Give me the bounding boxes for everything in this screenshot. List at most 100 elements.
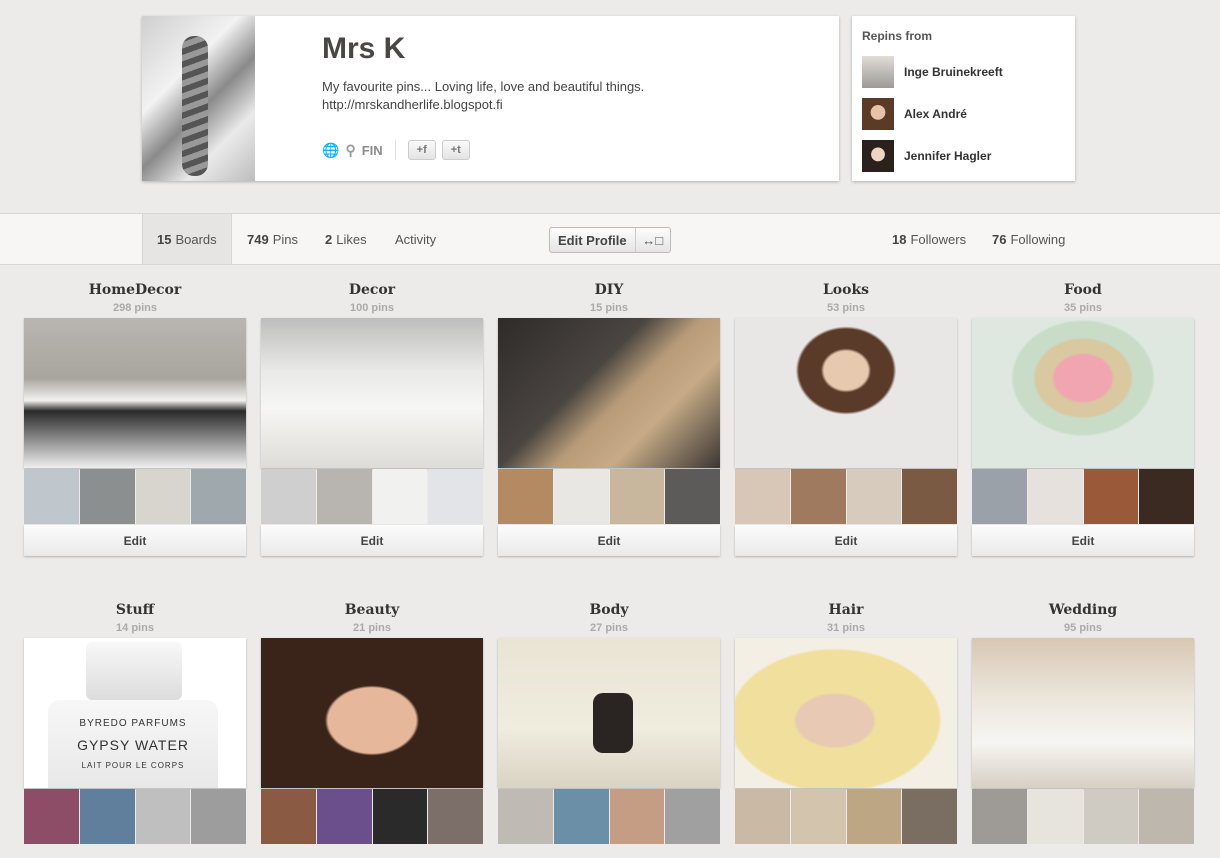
board-thumbnail[interactable] bbox=[846, 469, 902, 524]
board-thumbnail[interactable] bbox=[735, 469, 790, 524]
board-title[interactable]: Wedding bbox=[972, 602, 1194, 618]
board-thumbnail[interactable] bbox=[498, 469, 553, 524]
avatar[interactable] bbox=[862, 56, 894, 88]
avatar[interactable] bbox=[862, 98, 894, 130]
profile-photo-braid bbox=[182, 36, 208, 176]
board-title[interactable]: Hair bbox=[735, 602, 957, 618]
board-thumbnail[interactable] bbox=[553, 469, 609, 524]
board-thumbnail[interactable] bbox=[24, 469, 79, 524]
twitter-share-button[interactable]: +t bbox=[441, 140, 470, 160]
tab-activity[interactable]: Activity bbox=[395, 214, 436, 264]
board-cover-image[interactable] bbox=[498, 638, 720, 788]
board-thumbnail[interactable] bbox=[316, 789, 372, 844]
board-thumbnail[interactable] bbox=[191, 469, 246, 524]
profile-website-link[interactable]: http://mrskandherlife.blogspot.fi bbox=[322, 96, 644, 114]
repin-user[interactable]: Jennifer Hagler bbox=[862, 140, 991, 172]
board-thumbnail[interactable] bbox=[902, 789, 957, 844]
rearrange-boards-icon[interactable]: ↔□ bbox=[636, 228, 670, 252]
tab-followers[interactable]: 18 Followers bbox=[892, 214, 966, 264]
board-thumbnail[interactable] bbox=[665, 789, 720, 844]
board-thumbnail[interactable] bbox=[135, 469, 191, 524]
board-card[interactable]: Decor 100 pins Edit bbox=[261, 282, 483, 556]
repin-user-name[interactable]: Inge Bruinekreeft bbox=[904, 65, 1003, 79]
board-title[interactable]: Beauty bbox=[261, 602, 483, 618]
board-cover-image[interactable] bbox=[972, 318, 1194, 468]
board-thumbnail[interactable] bbox=[735, 789, 790, 844]
board-thumbnail[interactable] bbox=[665, 469, 720, 524]
board-cover-image[interactable] bbox=[261, 638, 483, 788]
board-thumbnail[interactable] bbox=[1083, 789, 1139, 844]
board-thumbnail[interactable] bbox=[428, 469, 483, 524]
board-title[interactable]: Stuff bbox=[24, 602, 246, 618]
board-thumbnail[interactable] bbox=[24, 789, 79, 844]
board-thumbnail[interactable] bbox=[372, 789, 428, 844]
repin-user-name[interactable]: Jennifer Hagler bbox=[904, 149, 991, 163]
profile-meta: 🌐 ⚲ FIN +f +t bbox=[322, 140, 470, 160]
board-thumbnail[interactable] bbox=[1083, 469, 1139, 524]
board-thumbnail[interactable] bbox=[972, 469, 1027, 524]
board-cover-image[interactable] bbox=[261, 318, 483, 468]
board-thumbnail[interactable] bbox=[191, 789, 246, 844]
repin-user[interactable]: Inge Bruinekreeft bbox=[862, 56, 1003, 88]
board-card[interactable]: DIY 15 pins Edit bbox=[498, 282, 720, 556]
perfume-cap bbox=[86, 642, 182, 700]
board-thumbnail[interactable] bbox=[972, 789, 1027, 844]
avatar[interactable] bbox=[862, 140, 894, 172]
board-title[interactable]: HomeDecor bbox=[24, 282, 246, 298]
board-cover-image[interactable]: BYREDO PARFUMS GYPSY WATER LAIT POUR LE … bbox=[24, 638, 246, 788]
repin-user[interactable]: Alex André bbox=[862, 98, 967, 130]
board-thumbnail[interactable] bbox=[1139, 469, 1194, 524]
board-thumbnail[interactable] bbox=[498, 789, 553, 844]
board-card[interactable]: HomeDecor 298 pins Edit bbox=[24, 282, 246, 556]
board-thumbnail[interactable] bbox=[1027, 469, 1083, 524]
facebook-share-button[interactable]: +f bbox=[407, 140, 436, 160]
board-title[interactable]: Looks bbox=[735, 282, 957, 298]
board-card[interactable]: Stuff 14 pins BYREDO PARFUMS GYPSY WATER… bbox=[24, 602, 246, 844]
board-title[interactable]: Food bbox=[972, 282, 1194, 298]
board-thumbnail[interactable] bbox=[428, 789, 483, 844]
board-thumbnail[interactable] bbox=[790, 469, 846, 524]
board-cover-image[interactable] bbox=[498, 318, 720, 468]
board-card[interactable]: Wedding 95 pins bbox=[972, 602, 1194, 844]
edit-profile-button[interactable]: Edit Profile bbox=[550, 228, 636, 252]
tab-following[interactable]: 76 Following bbox=[992, 214, 1065, 264]
board-edit-button[interactable]: Edit bbox=[24, 525, 246, 556]
board-thumbnail[interactable] bbox=[135, 789, 191, 844]
board-thumbnail[interactable] bbox=[1139, 789, 1194, 844]
board-thumbnail[interactable] bbox=[902, 469, 957, 524]
board-thumbnail[interactable] bbox=[372, 469, 428, 524]
board-thumbnail[interactable] bbox=[609, 469, 665, 524]
board-card[interactable]: Food 35 pins Edit bbox=[972, 282, 1194, 556]
board-thumbnail[interactable] bbox=[846, 789, 902, 844]
tab-pins[interactable]: 749 Pins bbox=[247, 214, 298, 264]
board-title[interactable]: DIY bbox=[498, 282, 720, 298]
tab-boards[interactable]: 15 Boards bbox=[142, 214, 232, 264]
board-thumbnail[interactable] bbox=[261, 789, 316, 844]
board-edit-button[interactable]: Edit bbox=[498, 525, 720, 556]
board-card[interactable]: Looks 53 pins Edit bbox=[735, 282, 957, 556]
board-edit-button[interactable]: Edit bbox=[261, 525, 483, 556]
board-thumbnail[interactable] bbox=[261, 469, 316, 524]
board-card[interactable]: Body 27 pins bbox=[498, 602, 720, 844]
board-cover-image[interactable] bbox=[735, 638, 957, 788]
board-cover-image[interactable] bbox=[735, 318, 957, 468]
globe-icon[interactable]: 🌐 bbox=[322, 142, 339, 159]
board-card[interactable]: Hair 31 pins bbox=[735, 602, 957, 844]
profile-photo[interactable] bbox=[142, 16, 255, 181]
board-edit-button[interactable]: Edit bbox=[972, 525, 1194, 556]
board-thumbnail[interactable] bbox=[1027, 789, 1083, 844]
board-thumbnail[interactable] bbox=[79, 469, 135, 524]
board-thumbnail[interactable] bbox=[609, 789, 665, 844]
board-thumbnail[interactable] bbox=[316, 469, 372, 524]
board-thumbnail[interactable] bbox=[790, 789, 846, 844]
repin-user-name[interactable]: Alex André bbox=[904, 107, 967, 121]
board-title[interactable]: Body bbox=[498, 602, 720, 618]
tab-likes[interactable]: 2 Likes bbox=[325, 214, 367, 264]
board-thumbnail[interactable] bbox=[553, 789, 609, 844]
board-thumbnail[interactable] bbox=[79, 789, 135, 844]
board-cover-image[interactable] bbox=[24, 318, 246, 468]
board-card[interactable]: Beauty 21 pins bbox=[261, 602, 483, 844]
board-cover-image[interactable] bbox=[972, 638, 1194, 788]
board-title[interactable]: Decor bbox=[261, 282, 483, 298]
board-edit-button[interactable]: Edit bbox=[735, 525, 957, 556]
